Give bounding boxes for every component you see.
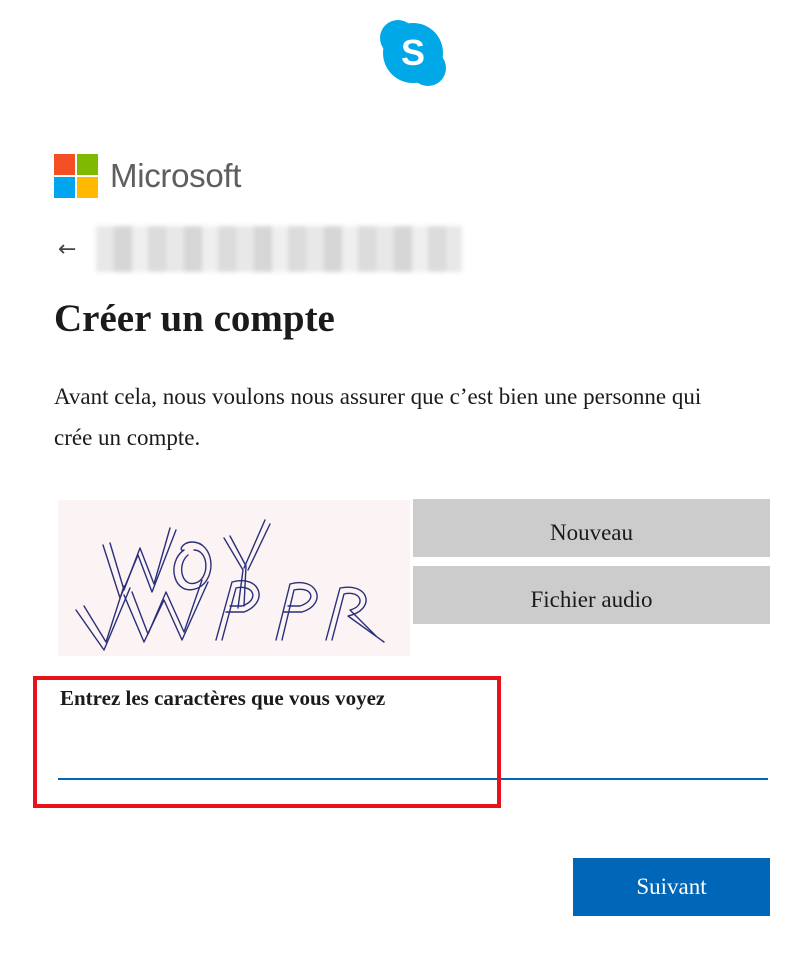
skype-icon: S — [376, 16, 450, 90]
microsoft-wordmark: Microsoft — [110, 157, 242, 194]
identity-row: ← — [58, 226, 462, 272]
audio-captcha-button[interactable]: Fichier audio — [413, 566, 770, 624]
new-captcha-button[interactable]: Nouveau — [413, 499, 770, 557]
page-description: Avant cela, nous voulons nous assurer qu… — [54, 384, 702, 450]
svg-text:S: S — [401, 32, 425, 73]
next-button[interactable]: Suivant — [573, 858, 770, 916]
back-arrow-icon[interactable]: ← — [58, 237, 82, 262]
microsoft-brand: Microsoft — [54, 154, 241, 198]
account-identifier-blurred — [96, 226, 462, 272]
microsoft-logo-icon — [54, 154, 98, 198]
captcha-image — [58, 500, 410, 656]
captcha-field-label: Entrez les caractères que vous voyez — [60, 686, 386, 710]
page-title: Créer un compte — [54, 297, 335, 340]
captcha-input[interactable] — [58, 736, 768, 780]
